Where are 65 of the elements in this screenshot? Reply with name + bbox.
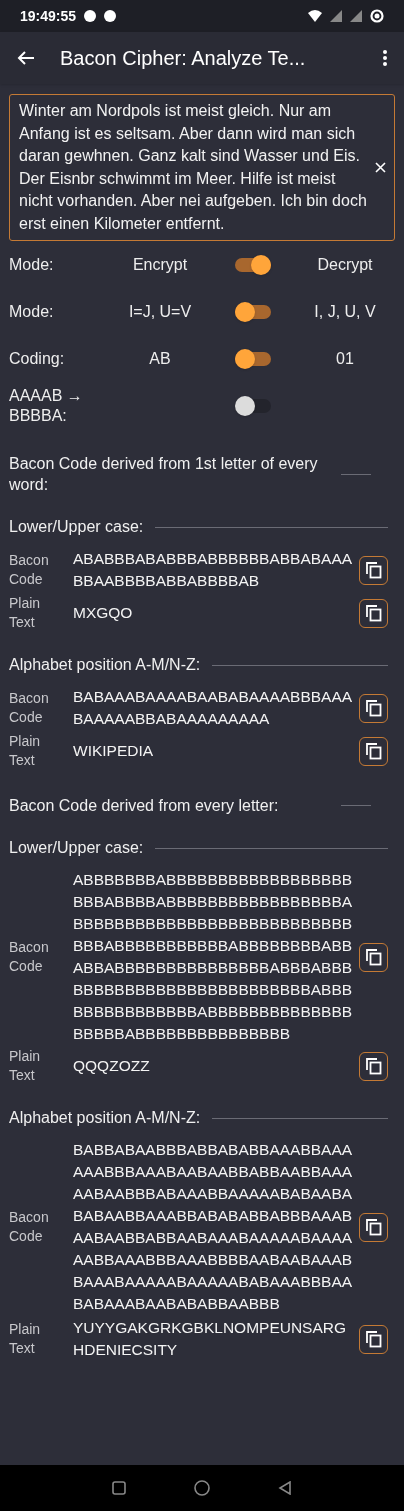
result-label: Plain Text — [9, 1320, 42, 1358]
section-title: Lower/Upper case: — [9, 517, 144, 537]
copy-button[interactable] — [359, 942, 388, 972]
copy-button[interactable] — [359, 736, 388, 766]
section-title: Lower/Upper case: — [9, 838, 144, 858]
result-value: YUYYGAKGRKGBKLNOMPEUNSARGHDENIECSITY — [73, 1318, 348, 1360]
result-label: Plain Text — [9, 1047, 42, 1085]
copy-icon — [364, 604, 383, 622]
result-label: Bacon Code — [9, 938, 50, 976]
copy-button[interactable] — [359, 1212, 388, 1242]
option-label: I=J, U=V — [127, 301, 193, 322]
section-heading: Bacon Code derived from every letter: — [9, 796, 280, 816]
result-value: MXGQO — [73, 603, 134, 623]
home-icon[interactable] — [194, 1480, 210, 1496]
toggle-switch[interactable] — [235, 398, 271, 413]
option-label: AB — [148, 348, 172, 369]
result-value: ABABBBABABBBABBBBBBABBABAAABBAABBBBABBABBBBAB — [73, 549, 354, 591]
copy-icon — [364, 948, 383, 966]
setting-label: Mode: — [9, 254, 55, 275]
back-nav-icon[interactable] — [278, 1481, 292, 1495]
option-label: I, J, U, V — [313, 301, 377, 322]
copy-button[interactable] — [359, 1324, 388, 1354]
square-nav-icon[interactable] — [112, 1481, 126, 1495]
setting-label: AAAAB → BBBBA: — [9, 385, 84, 426]
result-value: WIKIPEDIA — [73, 741, 155, 761]
window-title: Bacon Cipher: Analyze Te... — [60, 46, 307, 71]
copy-button[interactable] — [359, 693, 388, 723]
copy-icon — [364, 742, 383, 760]
toggle-switch[interactable] — [235, 351, 271, 366]
setting-label: Mode: — [9, 301, 55, 322]
close-icon[interactable] — [375, 162, 386, 173]
option-label: Decrypt — [316, 254, 374, 275]
copy-icon — [364, 1330, 383, 1348]
result-label: Plain Text — [9, 732, 42, 770]
wifi-icon — [308, 10, 322, 22]
copy-icon — [364, 1218, 383, 1236]
option-label: Encrypt — [131, 254, 189, 275]
result-label: Bacon Code — [9, 1208, 50, 1246]
result-value: ABBBBBBBABBBBBBBBBBBBBBBBBBBBBABBBBABBBBBBBBBBBBBBBBBABBBBBBBBBBBBBBBBBBBBBBBBBBBBBBABBBBBBBBBBBABBBBBBBBABBABBABBBBBBBBBBBBBBBABBBABBBBBBBBBBBBBBBBBBBBBBBBBBABBBBBBBBBBBBBBBABBBBBBBBBBBBBBBBBBBABBBBBBBBBBBBBBB — [73, 870, 354, 1044]
section-title: Alphabet position A-M/N-Z: — [9, 655, 201, 675]
copy-button[interactable] — [359, 1051, 388, 1081]
section-heading: Bacon Code derived from 1st letter of every word: — [9, 454, 319, 495]
result-label: Bacon Code — [9, 551, 50, 589]
result-value: QQQZOZZ — [73, 1056, 151, 1076]
text-input[interactable]: Winter am Nordpols ist meist gleich. Nur am Anfang ist es seltsam. Aber dann wird man sich daran gewhnen. Ganz kalt sind Wasser und Eis. Der Eisnbr schwimmt im Meer. Hilfe ist meist nicht vorhanden. Aber nei aufgeben. Ich bin doch erst einen Kilometer entfernt. — [9, 94, 395, 241]
copy-icon — [364, 561, 383, 579]
result-value: BABBABAABBBABBABABBAAABBAAAAAABBBAAABAABAABBABBAABBAAAAABAABBBABAAABBAAAAABABAABABABAABBAAABBABABABBABBBAAABAABAABBABBAABAAABAAAAABAAAAAABBAAABBBAAABBBBAABAABAAABBAAABAAAAABAAAAABABAAABBBAABABAAABAABABABBAABBB — [73, 1140, 354, 1314]
section-title: Alphabet position A-M/N-Z: — [9, 1108, 201, 1128]
status-time: 19:49:55 — [20, 6, 77, 26]
setting-label: Coding: — [9, 348, 66, 369]
copy-button[interactable] — [359, 555, 388, 585]
notification-icon — [104, 10, 117, 22]
result-value: BABAAABAAAABAABABAAAABBBAAABAAAAABBABAAAAAAAAA — [73, 687, 354, 729]
copy-icon — [364, 699, 383, 717]
result-label: Bacon Code — [9, 689, 50, 727]
more-icon[interactable] — [382, 49, 388, 67]
toggle-switch[interactable] — [235, 304, 271, 319]
option-label: 01 — [335, 348, 355, 369]
signal-icon — [350, 10, 362, 22]
notification-icon — [84, 10, 97, 22]
signal-icon — [330, 10, 342, 22]
result-label: Plain Text — [9, 594, 42, 632]
toggle-switch[interactable] — [235, 257, 271, 272]
copy-icon — [364, 1057, 383, 1075]
copy-button[interactable] — [359, 598, 388, 628]
